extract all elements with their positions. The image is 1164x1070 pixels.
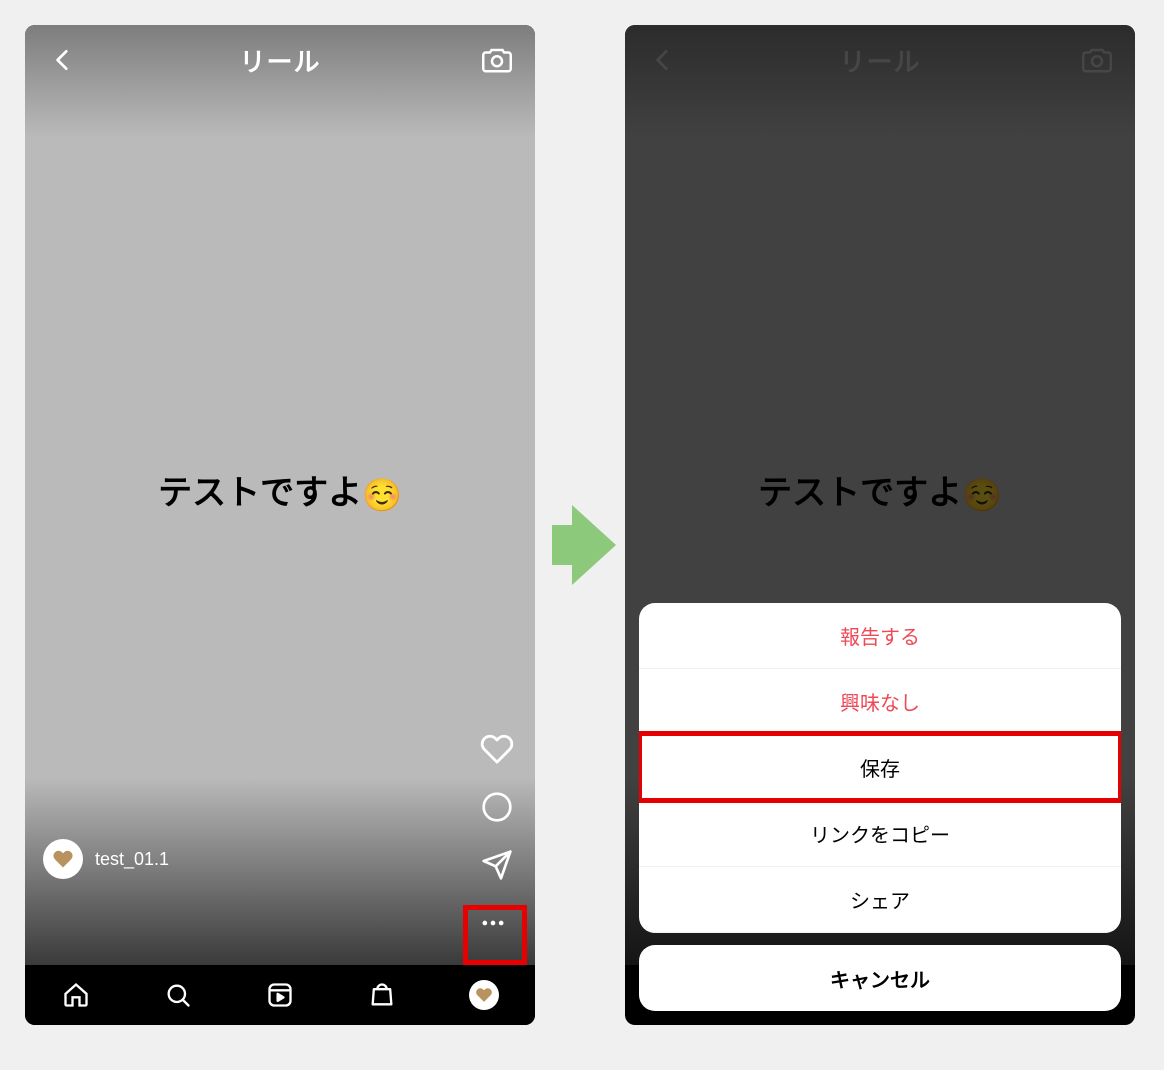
- action-copy-link[interactable]: リンクをコピー: [639, 801, 1121, 867]
- camera-icon[interactable]: [477, 40, 517, 80]
- reel-action-rail: [477, 729, 517, 885]
- caption-emoji: ☺️: [362, 477, 402, 513]
- bottom-tab-bar: [25, 965, 535, 1025]
- reel-video-area[interactable]: リール テストですよ☺️ test_01.1: [25, 25, 535, 965]
- comment-icon[interactable]: [477, 787, 517, 827]
- action-cancel[interactable]: キャンセル: [639, 945, 1121, 1011]
- back-chevron-icon[interactable]: [43, 40, 83, 80]
- reels-icon[interactable]: [260, 975, 300, 1015]
- shop-icon[interactable]: [362, 975, 402, 1015]
- action-sheet-screen: リール テストですよ☺️ 報告する 興味なし 保存 リンクをコピー シェア キャ…: [625, 25, 1135, 1025]
- heart-icon[interactable]: [477, 729, 517, 769]
- search-icon[interactable]: [158, 975, 198, 1015]
- caption-text: テストですよ: [158, 474, 362, 512]
- send-icon[interactable]: [477, 845, 517, 885]
- reel-caption: テストですよ☺️: [25, 465, 535, 514]
- home-icon[interactable]: [56, 975, 96, 1015]
- caption-emoji: ☺️: [962, 477, 1002, 513]
- action-sheet: 報告する 興味なし 保存 リンクをコピー シェア キャンセル: [639, 603, 1121, 1011]
- action-report[interactable]: 報告する: [639, 603, 1121, 669]
- username: test_01.1: [95, 849, 169, 870]
- reel-author-row[interactable]: test_01.1: [43, 839, 169, 879]
- action-not-interested[interactable]: 興味なし: [639, 669, 1121, 735]
- action-save[interactable]: 保存: [639, 735, 1121, 801]
- reel-header: リール: [625, 25, 1135, 95]
- reel-caption: テストですよ☺️: [625, 465, 1135, 514]
- action-sheet-group: 報告する 興味なし 保存 リンクをコピー シェア: [639, 603, 1121, 933]
- more-icon[interactable]: [469, 899, 517, 947]
- avatar[interactable]: [43, 839, 83, 879]
- reels-screen: リール テストですよ☺️ test_01.1: [25, 25, 535, 1025]
- caption-text: テストですよ: [758, 474, 962, 512]
- profile-avatar[interactable]: [464, 975, 504, 1015]
- page-title: リール: [625, 42, 1135, 79]
- camera-icon: [1077, 40, 1117, 80]
- back-chevron-icon: [643, 40, 683, 80]
- reel-header: リール: [25, 25, 535, 95]
- action-share[interactable]: シェア: [639, 867, 1121, 933]
- page-title: リール: [25, 42, 535, 79]
